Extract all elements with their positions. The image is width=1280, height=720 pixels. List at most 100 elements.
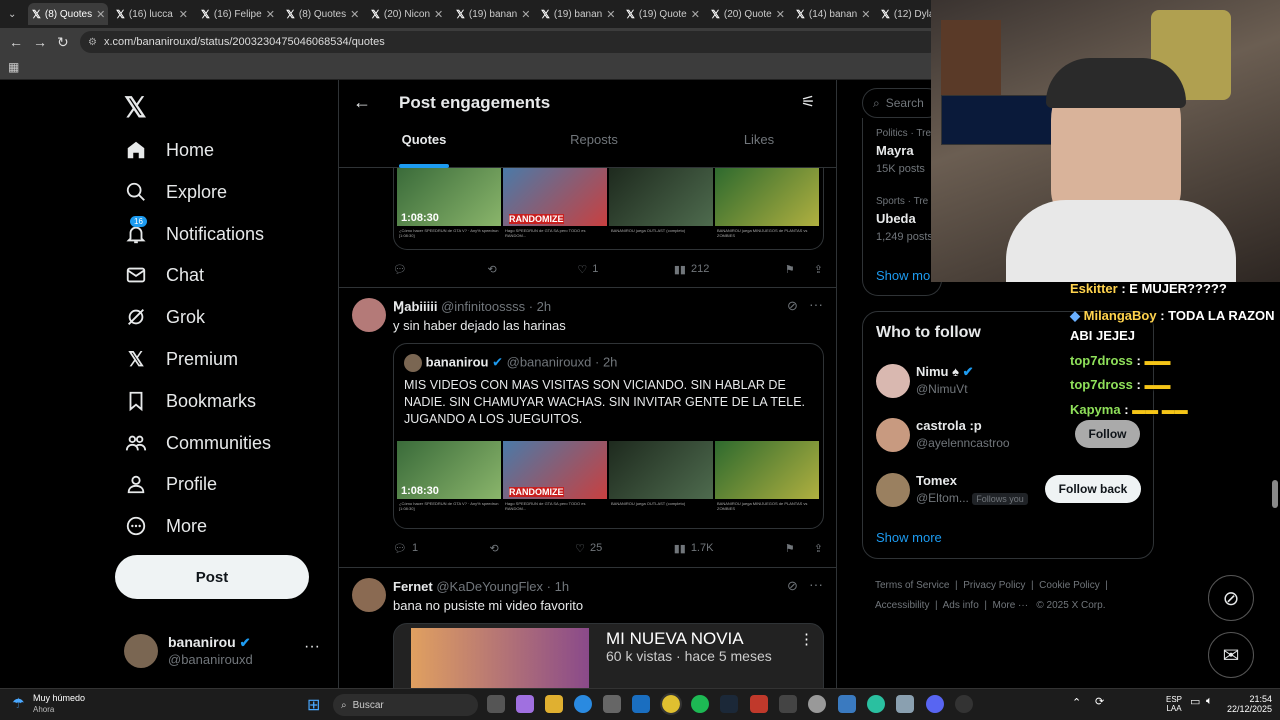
repost-button[interactable]: ⟲: [490, 542, 504, 555]
chevron-up-icon[interactable]: ⌃: [1072, 696, 1081, 709]
site-info-icon[interactable]: ⚙: [88, 37, 97, 48]
discord-icon[interactable]: [926, 695, 944, 713]
grok-icon[interactable]: ⊘: [787, 578, 798, 594]
scrollbar-thumb[interactable]: [1272, 480, 1278, 508]
like-button[interactable]: ♡ 1: [577, 263, 598, 276]
sidebar-item-communities[interactable]: Communities: [124, 426, 271, 460]
app-icon[interactable]: [955, 695, 973, 713]
show-more-link[interactable]: Show more: [876, 530, 942, 545]
sidebar-item-more[interactable]: More: [124, 509, 207, 543]
steam-icon[interactable]: [720, 695, 738, 713]
back-arrow-icon[interactable]: ←: [9, 34, 23, 50]
browser-tab[interactable]: 𝕏 (20) Quote ✕: [707, 3, 787, 25]
close-icon[interactable]: ✕: [691, 8, 700, 21]
quote-post[interactable]: Fernet @KaDeYoungFlex · 1h ⊘ ··· bana no…: [339, 568, 836, 688]
sidebar-item-bookmarks[interactable]: Bookmarks: [124, 384, 256, 418]
video-thumbnail[interactable]: BANANIROU juega OUTLAST (completo): [609, 441, 713, 528]
tab-quotes[interactable]: Quotes: [339, 132, 509, 168]
browser-tab[interactable]: 𝕏 (16) Felipe ✕: [197, 3, 277, 25]
video-thumbnail[interactable]: BANANIROU juega MINIJUEGOS de PLANTAS vs…: [715, 441, 819, 528]
copilot-icon[interactable]: [516, 695, 534, 713]
app-icon[interactable]: [779, 695, 797, 713]
apps-grid-icon[interactable]: ▦: [8, 60, 19, 74]
back-arrow-icon[interactable]: ←: [353, 92, 371, 113]
close-icon[interactable]: ✕: [521, 8, 530, 21]
browser-tab[interactable]: 𝕏 (19) banan ✕: [452, 3, 532, 25]
follow-back-button[interactable]: Follow back: [1045, 475, 1141, 503]
share-icon[interactable]: ⇪: [814, 263, 823, 276]
chrome-icon[interactable]: [660, 693, 682, 715]
share-icon[interactable]: ⇪: [814, 542, 823, 555]
tab-reposts[interactable]: Reposts: [509, 132, 679, 168]
footer-link[interactable]: Cookie Policy: [1039, 580, 1100, 591]
tab-likes[interactable]: Likes: [679, 132, 836, 168]
windows-start-icon[interactable]: ⊞: [307, 695, 320, 715]
bookmark-icon[interactable]: ⚑: [785, 263, 795, 276]
weather-text[interactable]: Muy húmedo: [33, 693, 85, 703]
browser-tab[interactable]: 𝕏 (19) banan ✕: [537, 3, 617, 25]
follow-button[interactable]: Follow: [1075, 420, 1140, 448]
footer-link[interactable]: Privacy Policy: [963, 580, 1025, 591]
task-view-icon[interactable]: [487, 695, 505, 713]
settings-icon[interactable]: [896, 695, 914, 713]
close-icon[interactable]: ✕: [96, 8, 105, 21]
search-input[interactable]: ⌕ Search: [862, 88, 942, 118]
avatar[interactable]: [352, 298, 386, 332]
sidebar-item-notifications[interactable]: 16 Notifications: [124, 216, 264, 251]
video-thumbnail[interactable]: 1:08:30 ¿Cómo hacer SPEEDRUN de GTA V? · …: [397, 168, 501, 249]
browser-tab[interactable]: 𝕏 (20) Nicon ✕: [367, 3, 447, 25]
video-thumbnail[interactable]: RANDOMIZE Hago SPEEDRUN de GTA SA pero TO…: [503, 168, 607, 249]
close-icon[interactable]: ✕: [266, 8, 275, 21]
volume-icon[interactable]: 🔈︎: [1206, 695, 1213, 708]
video-thumbnail[interactable]: 1:08:30 ¿Cómo hacer SPEEDRUN de GTA V? · …: [397, 441, 501, 528]
network-icon[interactable]: ▭: [1190, 695, 1200, 708]
video-thumbnail[interactable]: BANANIROU juega OUTLAST (completo): [609, 168, 713, 249]
post-time[interactable]: · 1h: [547, 579, 569, 594]
follow-suggestion[interactable]: Tomex @Eltom... Follows you Follow back: [863, 467, 1153, 511]
app-icon[interactable]: [867, 695, 885, 713]
video-thumbnail[interactable]: [411, 628, 589, 688]
taskbar-search[interactable]: ⌕ Buscar: [333, 694, 478, 716]
reply-button[interactable]: 💬︎ 1: [393, 542, 418, 555]
author-handle[interactable]: @infinitoossss: [441, 299, 525, 314]
grok-floating-button[interactable]: ⊘: [1208, 575, 1254, 621]
quoted-video[interactable]: MI NUEVA NOVIA 60 k vistas · hace 5 mese…: [393, 623, 824, 688]
close-icon[interactable]: ✕: [861, 8, 870, 21]
store-icon[interactable]: [603, 695, 621, 713]
close-icon[interactable]: ✕: [179, 8, 188, 21]
browser-tab[interactable]: 𝕏 (14) banan ✕: [792, 3, 872, 25]
close-icon[interactable]: ✕: [434, 8, 443, 21]
app-icon[interactable]: [750, 695, 768, 713]
outlook-icon[interactable]: [632, 695, 650, 713]
author-handle[interactable]: @KaDeYoungFlex: [436, 579, 543, 594]
grok-icon[interactable]: ⊘: [787, 298, 798, 314]
sidebar-item-explore[interactable]: Explore: [124, 175, 227, 209]
footer-link[interactable]: More ···: [993, 600, 1029, 611]
sidebar-item-home[interactable]: Home: [124, 133, 214, 167]
x-logo-icon[interactable]: 𝕏: [124, 91, 147, 124]
footer-link[interactable]: Accessibility: [875, 600, 929, 611]
quote-post[interactable]: Ɱabiiiii @infinitoossss · 2h ⊘ ··· y sin…: [339, 288, 836, 568]
post-button[interactable]: Post: [115, 555, 309, 599]
close-icon[interactable]: ✕: [606, 8, 615, 21]
tab-list-button[interactable]: ⌄: [4, 3, 24, 25]
reply-button[interactable]: 💬︎: [393, 263, 412, 276]
more-dots-icon[interactable]: ···: [809, 296, 823, 312]
browser-tab[interactable]: 𝕏 (16) lucca ✕: [112, 3, 192, 25]
like-button[interactable]: ♡ 25: [575, 542, 602, 555]
tray-icon[interactable]: ⟳: [1095, 695, 1104, 708]
messages-floating-button[interactable]: ✉: [1208, 632, 1254, 678]
footer-link[interactable]: Ads info: [943, 600, 979, 611]
app-icon[interactable]: [808, 695, 826, 713]
repost-button[interactable]: ⟲: [488, 263, 502, 276]
trend-name[interactable]: Ubeda: [876, 211, 916, 226]
avatar[interactable]: [352, 578, 386, 612]
forward-arrow-icon[interactable]: →: [33, 34, 47, 50]
kebab-menu-icon[interactable]: ⋮: [799, 630, 814, 648]
trend-name[interactable]: Mayra: [876, 143, 914, 158]
close-icon[interactable]: ✕: [776, 8, 785, 21]
browser-tab[interactable]: 𝕏 (8) Quotes ✕: [282, 3, 362, 25]
author-name[interactable]: Ɱabiiiii: [393, 299, 437, 314]
edge-icon[interactable]: [574, 695, 592, 713]
more-dots-icon[interactable]: ···: [304, 638, 320, 656]
